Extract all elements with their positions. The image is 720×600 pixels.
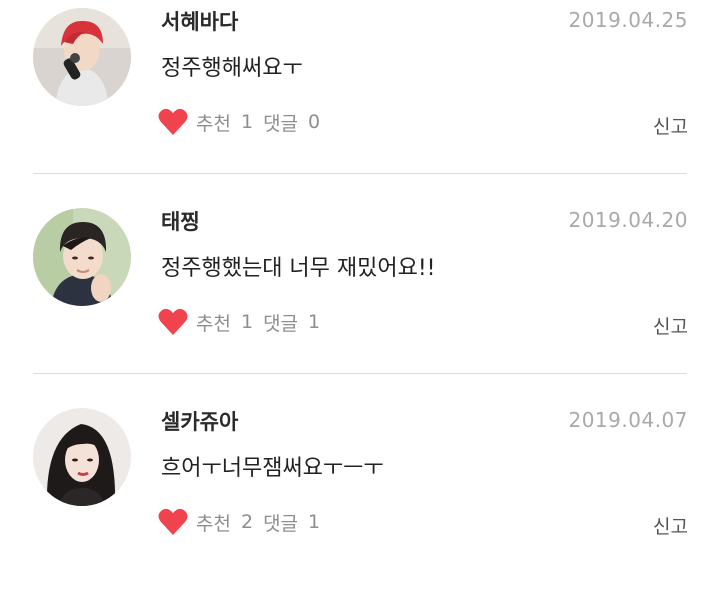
comment-author[interactable]: 태찡 (161, 206, 200, 236)
comment-item: 셀카쥬아 2019.04.07 흐어ㅜ너무잼써요ㅜㅡㅜ 추천 2 댓글 1 신고 (0, 400, 720, 600)
like-count: 1 (240, 311, 254, 333)
comment-author[interactable]: 셀카쥬아 (161, 406, 238, 436)
reply-count[interactable]: 1 (308, 311, 320, 333)
comment-item: 서혜바다 2019.04.25 정주행해써요ㅜ 추천 1 댓글 0 신고 (0, 0, 720, 200)
reply-count[interactable]: 1 (308, 511, 320, 533)
heart-icon[interactable] (158, 308, 188, 336)
comment-text: 흐어ㅜ너무잼써요ㅜㅡㅜ (161, 456, 384, 481)
comment-item: 태찡 2019.04.20 정주행했는대 너무 재밌어요!! 추천 1 댓글 1… (0, 200, 720, 400)
comment-text: 정주행했는대 너무 재밌어요!! (161, 256, 436, 281)
comment-date: 2019.04.25 (568, 8, 688, 32)
heart-icon[interactable] (158, 508, 188, 536)
heart-icon[interactable] (158, 108, 188, 136)
like-count: 1 (240, 111, 254, 133)
like-label: 추천 (196, 112, 231, 135)
avatar[interactable] (33, 8, 131, 106)
divider (33, 373, 687, 374)
comment-list: 서혜바다 2019.04.25 정주행해써요ㅜ 추천 1 댓글 0 신고 태찡 … (0, 0, 720, 540)
reply-label[interactable]: 댓글 (263, 309, 298, 336)
comment-author[interactable]: 서혜바다 (161, 6, 238, 36)
like-count: 2 (240, 511, 254, 533)
comment-meta: 추천 2 댓글 1 (158, 508, 320, 536)
avatar[interactable] (33, 208, 131, 306)
report-button[interactable]: 신고 (653, 312, 688, 339)
report-button[interactable]: 신고 (653, 512, 688, 539)
reply-label[interactable]: 댓글 (263, 109, 298, 136)
comment-date: 2019.04.07 (568, 408, 688, 432)
comment-meta: 추천 1 댓글 0 (158, 108, 320, 136)
avatar[interactable] (33, 408, 131, 506)
like-label: 추천 (196, 512, 231, 535)
report-button[interactable]: 신고 (653, 112, 688, 139)
comment-date: 2019.04.20 (568, 208, 688, 232)
reply-count[interactable]: 0 (308, 111, 320, 133)
divider (33, 173, 687, 174)
like-label: 추천 (196, 312, 231, 335)
comment-meta: 추천 1 댓글 1 (158, 308, 320, 336)
comment-text: 정주행해써요ㅜ (161, 56, 303, 81)
reply-label[interactable]: 댓글 (263, 509, 298, 536)
